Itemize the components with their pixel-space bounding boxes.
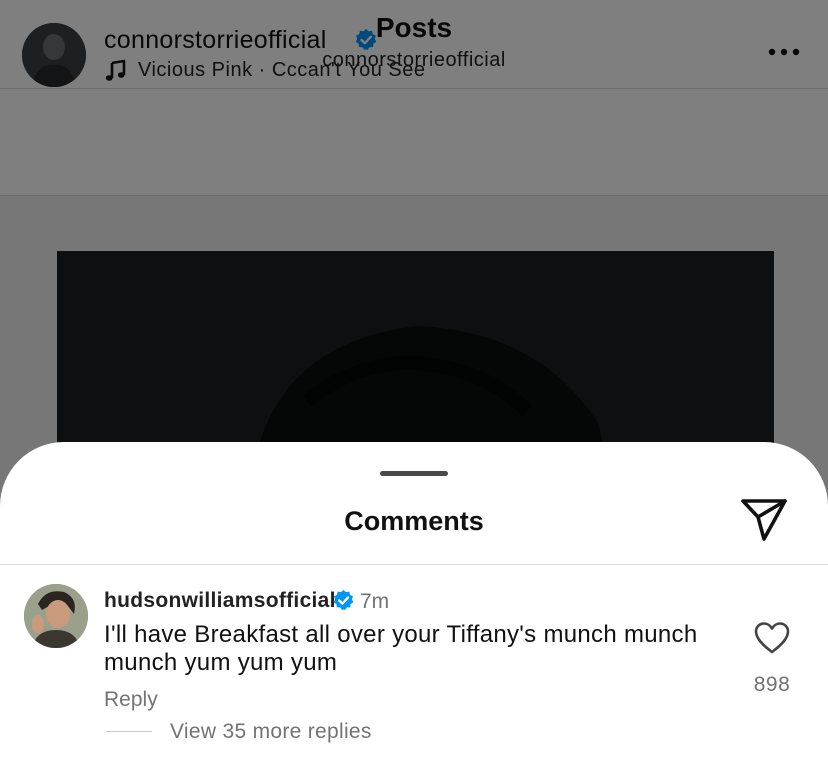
view-more-replies-button[interactable]: View 35 more replies [170, 720, 372, 744]
comments-title: Comments [344, 506, 484, 536]
verified-badge-icon [333, 589, 354, 610]
share-paper-plane-icon[interactable] [738, 495, 790, 543]
reply-button[interactable]: Reply [104, 688, 158, 712]
like-count: 898 [753, 673, 791, 696]
commenter-avatar[interactable] [24, 584, 88, 648]
heart-icon[interactable] [754, 621, 790, 655]
sheet-drag-handle[interactable] [380, 471, 448, 476]
comment-text: I'll have Breakfast all over your Tiffan… [104, 621, 698, 676]
commenter-username[interactable]: hudsonwilliamsofficial [104, 589, 336, 613]
divider [0, 564, 828, 565]
replies-divider-line [106, 731, 152, 732]
avatar-image [24, 584, 88, 648]
comment-timestamp: 7m [360, 590, 390, 613]
